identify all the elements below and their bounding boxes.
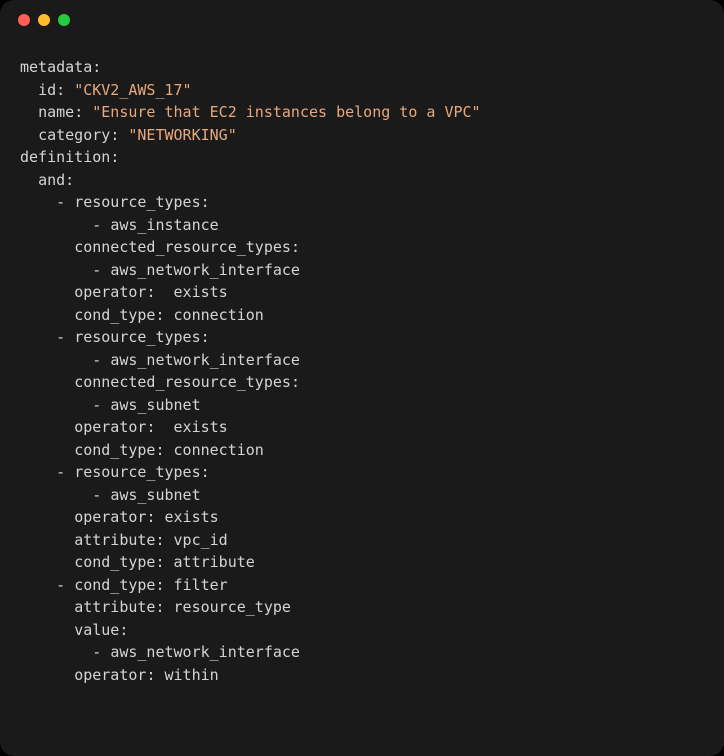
code-content: metadata: id: "CKV2_AWS_17" name: "Ensur… [0,40,724,702]
code-window: metadata: id: "CKV2_AWS_17" name: "Ensur… [0,0,724,756]
val-exists: exists [165,508,219,526]
key-cond-type: cond_type [74,553,155,571]
key-name: name [38,103,74,121]
key-cond-type: cond_type [74,441,155,459]
key-operator: operator [74,508,146,526]
val-aws-network-interface: aws_network_interface [110,261,300,279]
val-aws-instance: aws_instance [110,216,218,234]
val-aws-subnet: aws_subnet [110,396,200,414]
key-operator: operator [74,666,146,684]
key-resource-types: resource_types [74,463,200,481]
minimize-icon[interactable] [38,14,50,26]
titlebar [0,0,724,40]
key-cond-type: cond_type [74,306,155,324]
val-aws-network-interface: aws_network_interface [110,643,300,661]
key-category: category [38,126,110,144]
val-id: "CKV2_AWS_17" [74,81,191,99]
val-exists: exists [165,418,228,436]
val-aws-network-interface: aws_network_interface [110,351,300,369]
key-value: value [74,621,119,639]
val-within: within [165,666,219,684]
val-category: "NETWORKING" [128,126,236,144]
val-filter: filter [174,576,228,594]
key-attribute: attribute [74,531,155,549]
maximize-icon[interactable] [58,14,70,26]
val-resource-type: resource_type [174,598,291,616]
key-resource-types: resource_types [74,193,200,211]
key-attribute: attribute [74,598,155,616]
key-metadata: metadata [20,58,92,76]
key-definition: definition [20,148,110,166]
key-resource-types: resource_types [74,328,200,346]
close-icon[interactable] [18,14,30,26]
key-and: and [38,171,65,189]
val-connection: connection [174,441,264,459]
key-connected-resource-types: connected_resource_types [74,238,291,256]
val-name: "Ensure that EC2 instances belong to a V… [92,103,480,121]
val-aws-subnet: aws_subnet [110,486,200,504]
key-connected-resource-types: connected_resource_types [74,373,291,391]
key-cond-type: cond_type [74,576,155,594]
val-exists: exists [165,283,228,301]
key-id: id [38,81,56,99]
val-vpc-id: vpc_id [174,531,228,549]
val-attribute: attribute [174,553,255,571]
key-operator: operator [74,418,146,436]
key-operator: operator [74,283,146,301]
val-connection: connection [174,306,264,324]
